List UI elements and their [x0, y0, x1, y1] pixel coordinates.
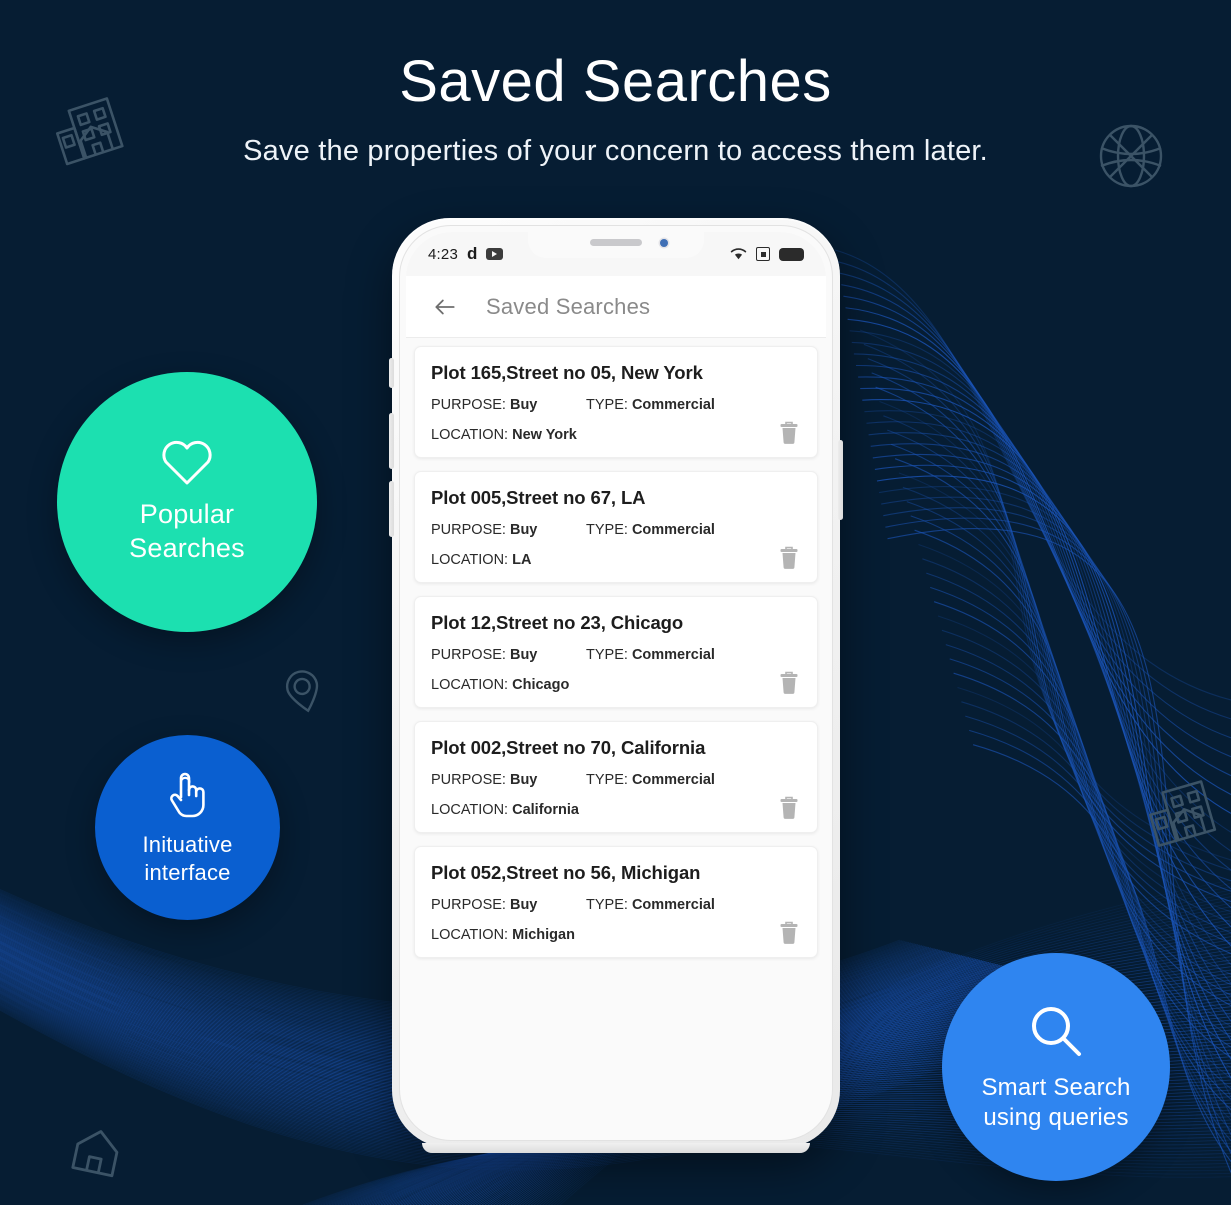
type-field: TYPE: Commercial: [586, 397, 715, 413]
back-arrow-icon[interactable]: [432, 294, 458, 320]
type-value: Commercial: [631, 772, 715, 788]
purpose-label: PURPOSE:: [431, 522, 506, 538]
youtube-icon: [486, 248, 504, 260]
location-value: Michigan: [512, 927, 575, 943]
badge-smart-label-1: Smart Search: [981, 1074, 1131, 1101]
badge-popular-label-2: Searches: [129, 533, 245, 563]
earpiece-speaker: [590, 239, 642, 246]
type-field: TYPE: Commercial: [586, 522, 715, 538]
phone-screen: 4:23 d Saved Searches Plot 165,Street no…: [406, 232, 826, 1134]
location-value: Chicago: [512, 677, 570, 693]
type-field: TYPE: Commercial: [586, 772, 715, 788]
type-label: TYPE:: [586, 397, 628, 413]
type-value: Commercial: [631, 647, 715, 663]
badge-intuitive-label-2: interface: [144, 859, 231, 885]
purpose-label: PURPOSE:: [431, 647, 506, 663]
front-camera: [660, 239, 668, 247]
page-title: Saved Searches: [399, 49, 832, 114]
type-label: TYPE:: [586, 522, 628, 538]
location-label: LOCATION:: [431, 677, 509, 693]
saved-search-title: Plot 165,Street no 05, New York: [431, 362, 703, 383]
app-bar-title: Saved Searches: [486, 293, 651, 319]
purpose-field: PURPOSE: Buy: [431, 772, 586, 788]
status-bar: 4:23 d: [406, 232, 826, 276]
battery-full-icon: [779, 247, 804, 261]
badge-intuitive-label-1: Inituative: [142, 832, 233, 857]
location-label: LOCATION:: [431, 552, 509, 568]
purpose-value: Buy: [509, 647, 538, 663]
badge-smart-search[interactable]: Smart Search using queries: [942, 953, 1170, 1181]
location-value: New York: [512, 427, 577, 443]
saved-search-card[interactable]: Plot 12,Street no 23, Chicago PURPOSE: Bu…: [414, 596, 818, 708]
saved-search-card[interactable]: Plot 002,Street no 70, California PURPOSE…: [414, 721, 818, 833]
trash-icon[interactable]: [779, 921, 799, 945]
purpose-label: PURPOSE:: [431, 397, 506, 413]
phone-mockup: 4:23 d Saved Searches Plot 165,Street no…: [389, 218, 843, 1153]
location-value: California: [512, 802, 579, 818]
phone-volume-down-button[interactable]: [389, 481, 394, 537]
purpose-value: Buy: [509, 772, 538, 788]
purpose-field: PURPOSE: Buy: [431, 522, 586, 538]
location-label: LOCATION:: [431, 927, 509, 943]
type-field: TYPE: Commercial: [586, 897, 715, 913]
location-field: LOCATION: Chicago: [431, 677, 569, 693]
location-field: LOCATION: Michigan: [431, 927, 575, 943]
saved-search-card[interactable]: Plot 165,Street no 05, New York PURPOSE: …: [414, 346, 818, 458]
phone-power-button[interactable]: [838, 440, 843, 520]
badge-smart-label-2: using queries: [983, 1104, 1129, 1131]
location-field: LOCATION: LA: [431, 552, 531, 568]
saved-searches-list[interactable]: Plot 165,Street no 05, New York PURPOSE: …: [406, 338, 826, 1134]
trash-icon[interactable]: [779, 421, 799, 445]
location-value: LA: [512, 552, 532, 568]
trash-icon[interactable]: [779, 671, 799, 695]
trash-icon[interactable]: [779, 546, 799, 570]
heart-icon: [162, 441, 212, 485]
pointing-hand-icon: [169, 772, 205, 818]
purpose-label: PURPOSE:: [431, 772, 506, 788]
purpose-field: PURPOSE: Buy: [431, 397, 586, 413]
type-value: Commercial: [631, 897, 715, 913]
type-value: Commercial: [631, 522, 715, 538]
saved-search-card[interactable]: Plot 005,Street no 67, LA PURPOSE: Buy TYP…: [414, 471, 818, 583]
saved-search-title: Plot 052,Street no 56, Michigan: [431, 862, 701, 883]
purpose-field: PURPOSE: Buy: [431, 647, 586, 663]
purpose-value: Buy: [509, 897, 538, 913]
purpose-value: Buy: [509, 522, 538, 538]
status-bar-clock: 4:23: [428, 245, 458, 263]
type-label: TYPE:: [586, 897, 628, 913]
location-field: LOCATION: California: [431, 802, 579, 818]
purpose-label: PURPOSE:: [431, 897, 506, 913]
location-field: LOCATION: New York: [431, 427, 577, 443]
badge-popular-label-1: Popular: [139, 499, 235, 530]
purpose-value: Buy: [509, 397, 538, 413]
location-label: LOCATION:: [431, 802, 509, 818]
page-header: Saved Searches Save the properties of yo…: [0, 0, 1231, 168]
saved-search-title: Plot 12,Street no 23, Chicago: [431, 612, 684, 633]
badge-popular-searches[interactable]: Popular Searches: [57, 372, 317, 632]
type-label: TYPE:: [586, 772, 628, 788]
phone-volume-up-button[interactable]: [389, 413, 394, 469]
phone-notch: [528, 232, 704, 258]
wifi-icon: [730, 248, 747, 260]
page-subtitle: Save the properties of your concern to a…: [243, 134, 988, 167]
app-bar: Saved Searches: [406, 276, 826, 338]
saved-search-title: Plot 005,Street no 67, LA: [431, 487, 646, 508]
type-value: Commercial: [631, 397, 715, 413]
phone-mute-button[interactable]: [389, 358, 394, 388]
trash-icon[interactable]: [779, 796, 799, 820]
purpose-field: PURPOSE: Buy: [431, 897, 586, 913]
app-badge-icon: d: [467, 244, 478, 263]
location-label: LOCATION:: [431, 427, 509, 443]
phone-bottom-lip: [422, 1143, 810, 1153]
search-icon: [1032, 1007, 1081, 1056]
type-field: TYPE: Commercial: [586, 647, 715, 663]
sim-icon: [756, 247, 770, 261]
badge-intuitive-interface[interactable]: Inituative interface: [95, 735, 280, 920]
saved-search-title: Plot 002,Street no 70, California: [431, 737, 706, 758]
saved-search-card[interactable]: Plot 052,Street no 56, Michigan PURPOSE: …: [414, 846, 818, 958]
type-label: TYPE:: [586, 647, 628, 663]
